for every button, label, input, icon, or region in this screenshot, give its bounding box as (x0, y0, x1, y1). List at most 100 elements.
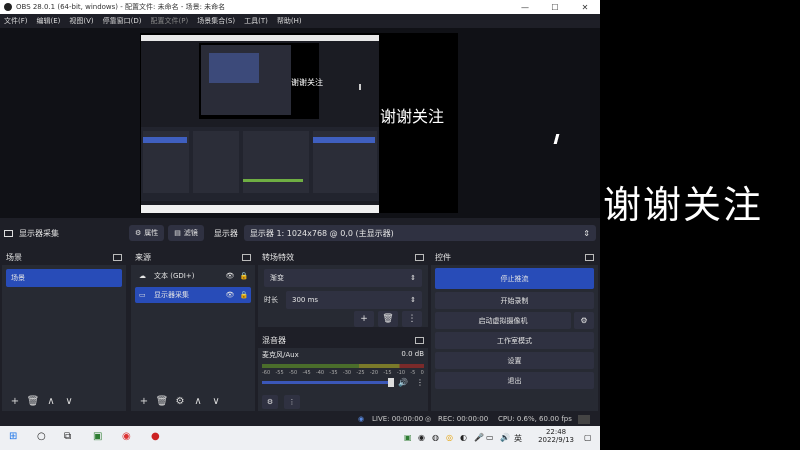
menu-profile[interactable]: 配置文件(P) (151, 16, 189, 26)
properties-button[interactable]: ⚙ 属性 (129, 225, 165, 241)
tray-record-icon[interactable]: ◉ (418, 433, 425, 442)
menu-scene-collection[interactable]: 场景集合(S) (197, 16, 235, 26)
ime-indicator[interactable]: 英 (514, 433, 522, 444)
start-virtual-camera-button[interactable]: 启动虚拟摄像机 (435, 312, 571, 329)
undock-icon[interactable] (415, 253, 424, 261)
network-icon[interactable]: ▭ (486, 433, 494, 442)
nested-meter (243, 179, 303, 182)
tray-app-icon[interactable]: ▣ (404, 433, 412, 442)
display-select[interactable]: 显示器 1: 1024x768 @ 0,0 (主显示器) ⇕ (243, 225, 596, 241)
tray-app-icon[interactable]: ◍ (432, 433, 439, 442)
nested-scene-highlight (143, 137, 187, 143)
search-icon[interactable]: ○ (37, 431, 46, 442)
spin-arrows-icon: ⇕ (410, 296, 416, 304)
add-scene-button[interactable]: + (6, 396, 24, 407)
undock-icon[interactable] (242, 253, 251, 261)
mixer-menu-button[interactable]: ⋮ (284, 395, 300, 409)
virtual-camera-settings-icon[interactable]: ⚙ (574, 312, 594, 329)
remove-scene-button[interactable]: 🗑 (24, 396, 42, 407)
studio-mode-button[interactable]: 工作室模式 (435, 332, 594, 349)
obs-taskbar-icon[interactable]: ● (151, 431, 160, 442)
stop-streaming-button[interactable]: 停止推流 (435, 268, 594, 289)
channel-level: 0.0 dB (401, 350, 424, 358)
move-scene-up-button[interactable]: ∧ (42, 396, 60, 407)
sources-dock: 来源 ☁ 文本 (GDI+) 👁 🔒 ▭ 显示器采集 👁 🔒 + 🗑 ⚙ ∧ ∨ (131, 249, 255, 411)
meter-scale: -60 -55 -50 -45 -40 -35 -30 -25 -20 -15 … (262, 370, 424, 376)
move-source-up-button[interactable]: ∧ (189, 396, 207, 407)
add-source-button[interactable]: + (135, 396, 153, 407)
start-recording-button[interactable]: 开始录制 (435, 292, 594, 309)
scale-tick: -60 (262, 370, 271, 376)
maximize-button[interactable]: ☐ (540, 3, 570, 12)
menu-file[interactable]: 文件(F) (4, 16, 28, 26)
controls-dock: 控件 停止推流 开始录制 启动虚拟摄像机 ⚙ 工作室模式 设置 退出 (431, 249, 598, 411)
preview-area: 谢谢关注 谢谢关注 (0, 28, 600, 218)
add-transition-button[interactable]: + (354, 311, 374, 327)
duration-input[interactable]: 300 ms ⇕ (286, 291, 422, 309)
move-source-down-button[interactable]: ∨ (207, 396, 225, 407)
windows-taskbar: ⊞ ○ ⧉ ▣ ◉ ● ▣ ◉ ◍ ◎ ◐ 🎤 ▭ 🔊 英 22:48 2022… (0, 426, 600, 450)
chrome-icon[interactable]: ◉ (122, 431, 131, 442)
visibility-icon[interactable]: 👁 (223, 291, 237, 299)
obs-logo-icon (4, 3, 12, 11)
menu-docks[interactable]: 停靠窗口(D) (103, 16, 142, 26)
scene-item[interactable]: 场景 (6, 269, 122, 287)
mixer-dock: 混音器 麦克风/Aux 0.0 dB -60 -55 -50 -45 -40 -… (258, 332, 428, 411)
volume-slider[interactable] (262, 378, 395, 387)
transition-menu-button[interactable]: ⋮ (402, 311, 422, 327)
source-item-label: 文本 (GDI+) (154, 272, 195, 280)
windows-start-icon[interactable]: ⊞ (9, 431, 17, 442)
text-source-icon: ☁ (139, 272, 146, 280)
filters-button[interactable]: ▤ 滤镜 (168, 225, 204, 241)
display-label: 显示器 (213, 228, 238, 238)
scenes-dock: 场景 场景 + 🗑 ∧ ∨ (2, 249, 126, 411)
close-button[interactable]: ✕ (570, 3, 600, 12)
speaker-icon[interactable]: 🔊 (398, 378, 408, 387)
scale-tick: -5 (410, 370, 416, 376)
undock-icon[interactable] (415, 336, 424, 344)
transition-select-value: 渐变 (270, 274, 284, 282)
task-view-icon[interactable]: ⧉ (64, 431, 71, 442)
notification-icon[interactable]: ▢ (584, 433, 592, 442)
microphone-icon[interactable]: 🎤 (474, 433, 484, 442)
transition-select[interactable]: 渐变 ⇕ (264, 269, 422, 287)
channel-menu-icon[interactable]: ⋮ (416, 378, 424, 387)
remove-source-button[interactable]: 🗑 (153, 396, 171, 407)
remove-transition-button[interactable]: 🗑 (378, 311, 398, 327)
sources-header: 来源 (135, 252, 151, 262)
menu-view[interactable]: 视图(V) (69, 16, 93, 26)
source-item[interactable]: ☁ 文本 (GDI+) 👁 🔒 (135, 268, 251, 284)
source-item[interactable]: ▭ 显示器采集 👁 🔒 (135, 287, 251, 303)
exit-button[interactable]: 退出 (435, 372, 594, 389)
scale-tick: 0 (420, 370, 424, 376)
undock-icon[interactable] (585, 253, 594, 261)
transitions-header: 转场特效 (262, 252, 294, 262)
move-scene-down-button[interactable]: ∨ (60, 396, 78, 407)
source-properties-button[interactable]: ⚙ (171, 396, 189, 407)
tray-app-icon[interactable]: ◐ (460, 433, 467, 442)
menu-tools[interactable]: 工具(T) (244, 16, 268, 26)
filter-icon: ▤ (174, 229, 181, 237)
advanced-audio-button[interactable]: ⚙ (262, 395, 278, 409)
visibility-icon[interactable]: 👁 (223, 272, 237, 280)
preview-canvas[interactable]: 谢谢关注 谢谢关注 (140, 33, 458, 213)
settings-button[interactable]: 设置 (435, 352, 594, 369)
menu-help[interactable]: 帮助(H) (277, 16, 302, 26)
clock[interactable]: 22:48 2022/9/13 (538, 428, 574, 444)
nested-mini-preview (201, 45, 291, 115)
sources-footer: + 🗑 ⚙ ∧ ∨ (131, 391, 255, 411)
scale-tick: -25 (356, 370, 365, 376)
volume-icon[interactable]: 🔊 (500, 433, 510, 442)
app-icon[interactable]: ▣ (93, 431, 102, 442)
volume-knob[interactable] (388, 378, 395, 387)
scale-tick: -15 (383, 370, 392, 376)
duration-label: 时长 (264, 296, 278, 304)
minimize-button[interactable]: — (510, 3, 540, 12)
lock-icon[interactable]: 🔒 (237, 291, 251, 299)
lock-icon[interactable]: 🔒 (237, 272, 251, 280)
undock-icon[interactable] (113, 253, 122, 261)
rec-icon: ◎ (425, 415, 432, 423)
menu-edit[interactable]: 编辑(E) (37, 16, 61, 26)
nested-sources-dock (193, 131, 239, 193)
tray-app-icon[interactable]: ◎ (446, 433, 453, 442)
